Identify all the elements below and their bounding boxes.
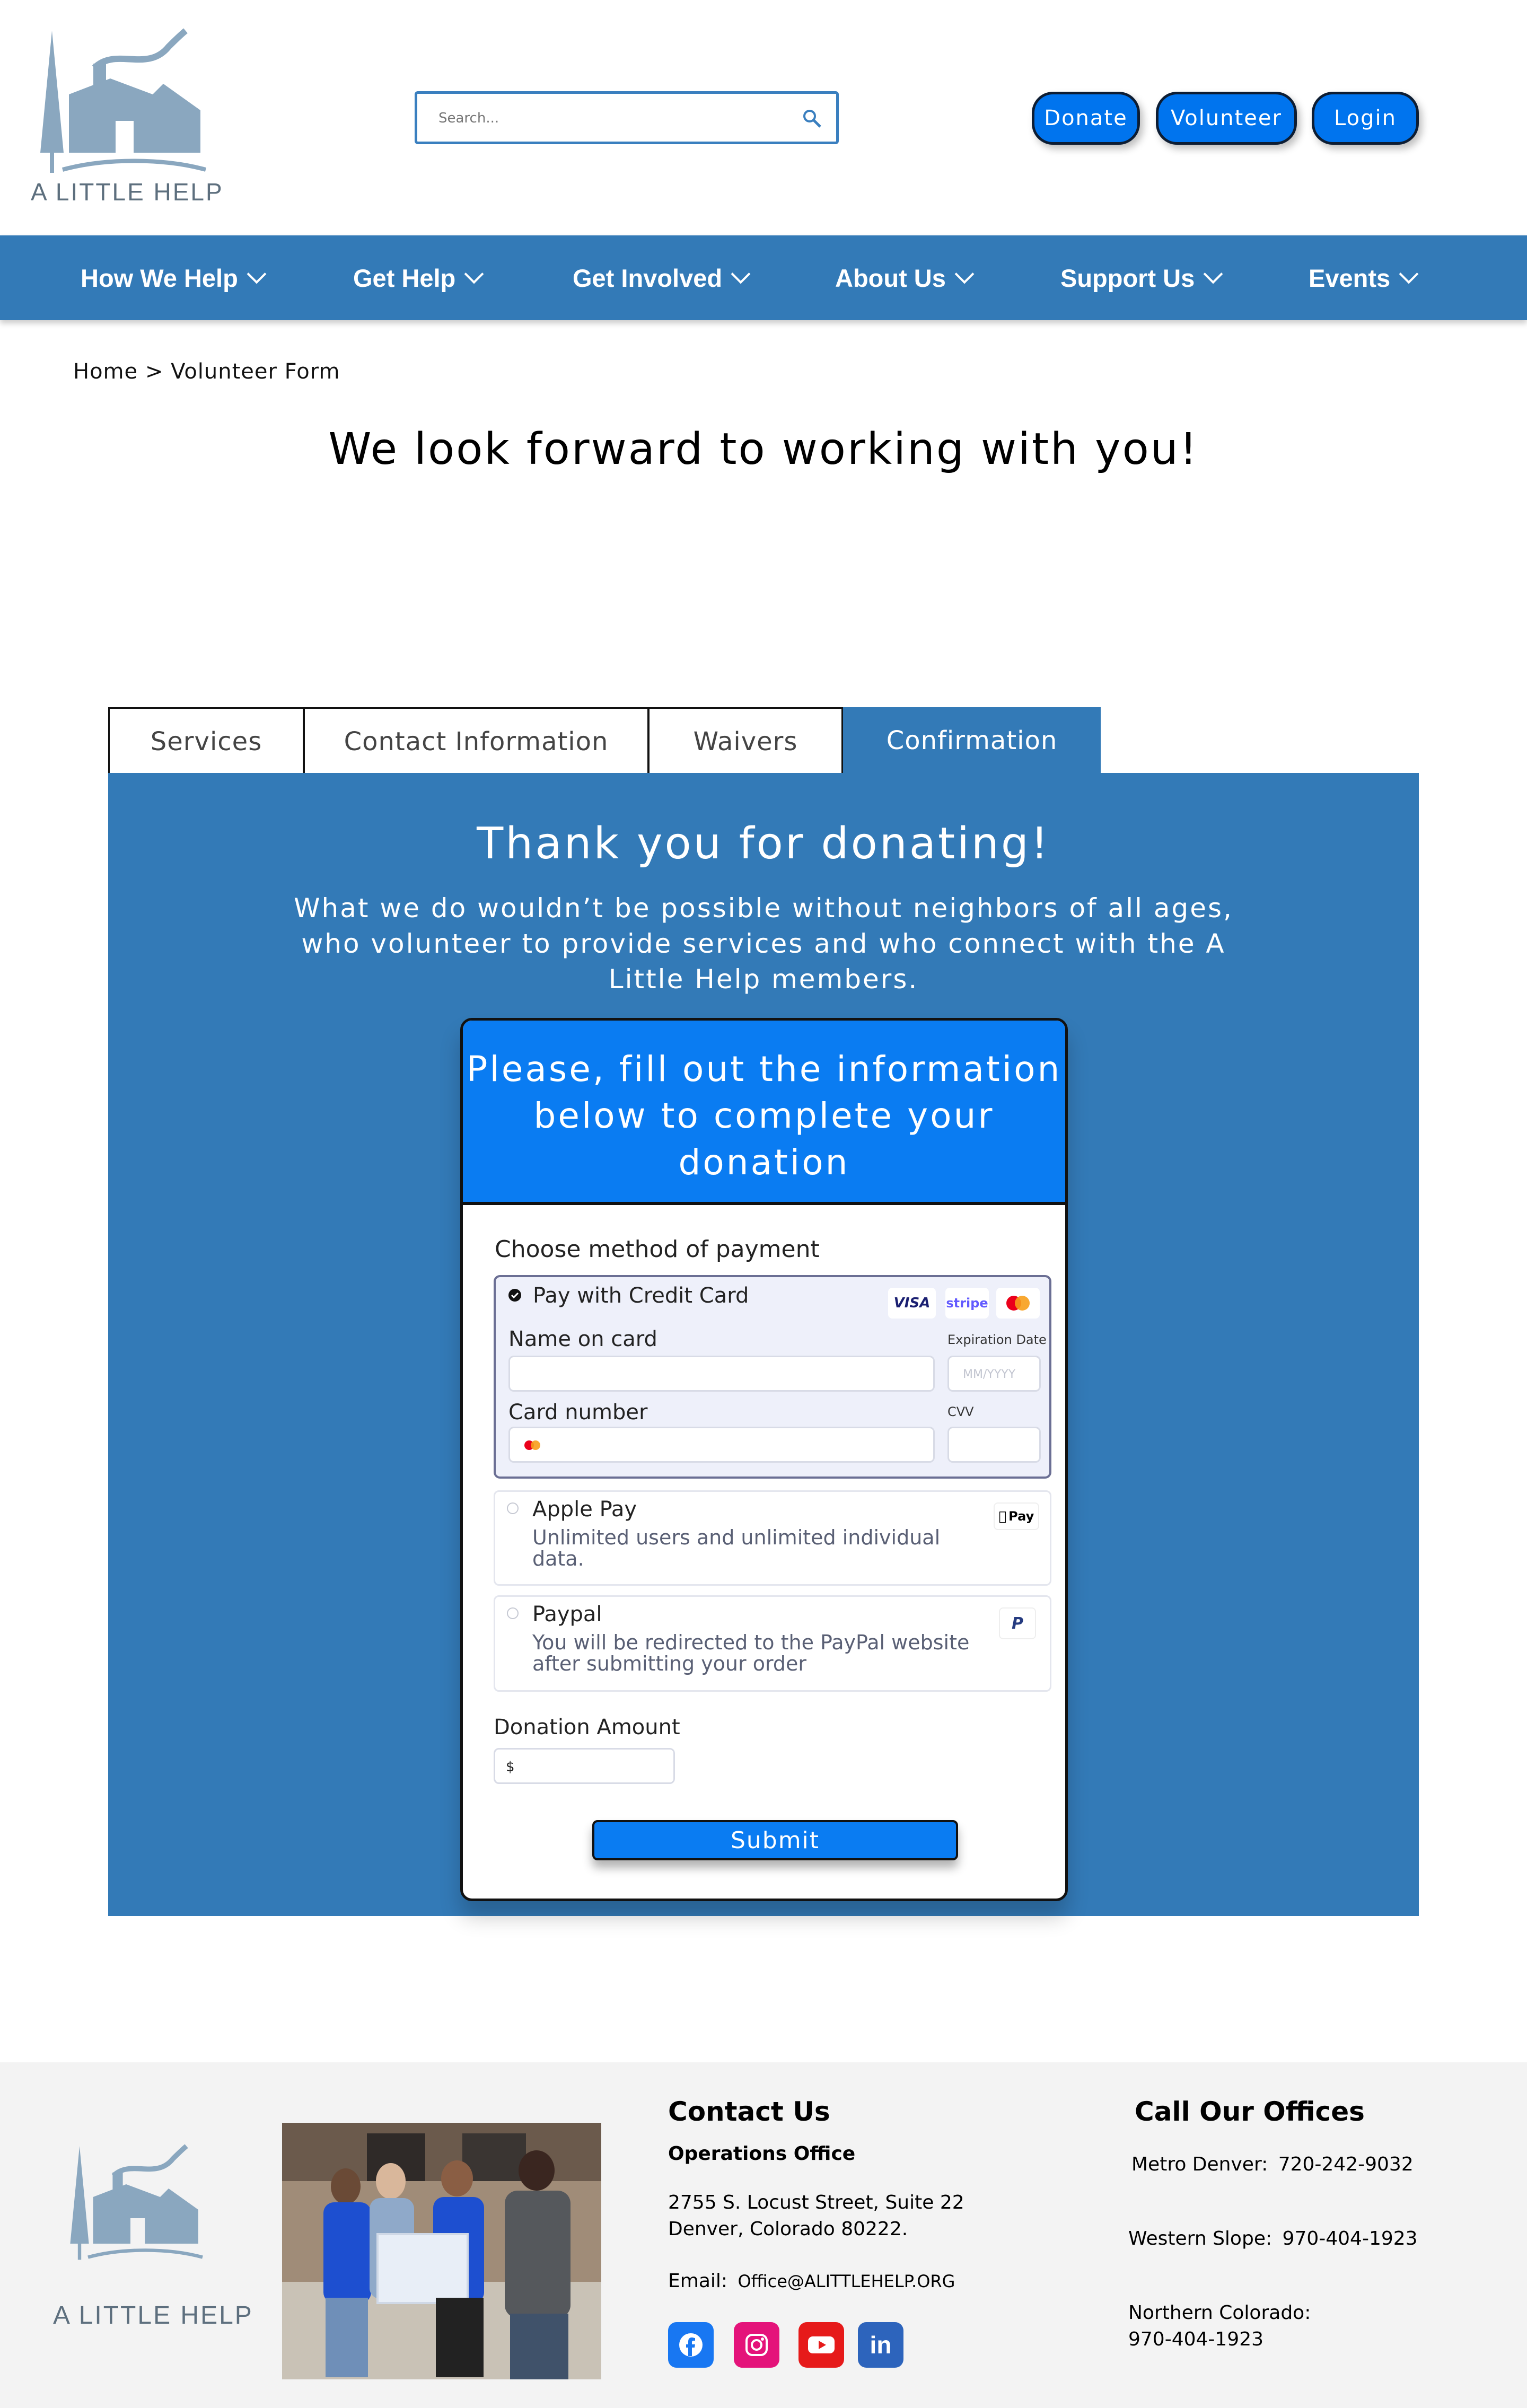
- logo-text: A LITTLE HELP: [31, 178, 224, 206]
- search-bar[interactable]: [415, 91, 839, 144]
- tab-services[interactable]: Services: [108, 707, 304, 774]
- office-phone[interactable]: 720-242-9032: [1278, 2154, 1414, 2175]
- mastercard-icon: [524, 1440, 540, 1450]
- cvv-label: CVV: [947, 1404, 974, 1419]
- mastercard-icon: [996, 1288, 1040, 1319]
- apple-pay-description: Unlimited users and unlimited individual…: [532, 1526, 941, 1570]
- name-on-card-label: Name on card: [508, 1327, 657, 1351]
- call-offices-heading: Call Our Offices: [1135, 2096, 1365, 2127]
- team-photo: [282, 2123, 601, 2379]
- logo-house-icon: [40, 28, 207, 173]
- name-on-card-input[interactable]: [508, 1356, 935, 1392]
- apple-pay-label: Apple Pay: [532, 1497, 637, 1522]
- payment-method-label: Choose method of payment: [495, 1236, 820, 1263]
- footer-logo-text: A LITTLE HELP: [53, 2301, 253, 2330]
- search-icon[interactable]: [801, 108, 822, 129]
- address-line2: Denver, Colorado 80222.: [668, 2218, 908, 2240]
- address-line1: 2755 S. Locust Street, Suite 22: [668, 2192, 964, 2213]
- radio-selected-icon[interactable]: [508, 1289, 521, 1302]
- chevron-down-icon: [1203, 264, 1223, 284]
- nav-item-events[interactable]: Events: [1309, 235, 1419, 320]
- donate-button[interactable]: Donate: [1032, 92, 1140, 145]
- nav-label: About Us: [835, 263, 946, 292]
- search-input[interactable]: [417, 94, 811, 143]
- donation-amount-label: Donation Amount: [494, 1715, 680, 1739]
- office-phone-metro-denver: Metro Denver: 720-242-9032: [1131, 2151, 1414, 2177]
- nav-item-how-we-help[interactable]: How We Help: [81, 235, 267, 320]
- breadcrumb[interactable]: Home > Volunteer Form: [73, 359, 340, 384]
- facebook-icon[interactable]: [668, 2322, 714, 2368]
- apple-pay-badge-text: Pay: [1004, 1509, 1034, 1524]
- nav-label: Events: [1309, 263, 1391, 292]
- paypal-icon: P: [999, 1607, 1036, 1639]
- radio-unselected-icon[interactable]: [507, 1502, 519, 1514]
- footer-logo[interactable]: [53, 2142, 233, 2269]
- youtube-icon[interactable]: [798, 2322, 844, 2368]
- expiration-date-label: Expiration Date: [947, 1332, 1047, 1347]
- submit-button[interactable]: Submit: [592, 1820, 958, 1860]
- paypal-label: Paypal: [532, 1602, 602, 1627]
- panel-text: What we do wouldn’t be possible without …: [294, 893, 1233, 995]
- visa-icon: VISA: [888, 1288, 936, 1319]
- nav-item-get-help[interactable]: Get Help: [353, 235, 484, 320]
- card-number-label: Card number: [508, 1400, 648, 1425]
- form-heading: Please, fill out the information below t…: [463, 1021, 1065, 1205]
- radio-unselected-icon[interactable]: [507, 1607, 519, 1619]
- email-label: Email:: [668, 2270, 728, 2292]
- tab-contact-information[interactable]: Contact Information: [303, 707, 649, 774]
- nav-label: Get Involved: [573, 263, 723, 292]
- logo-house-icon: [70, 2144, 203, 2260]
- office-label: Metro Denver:: [1131, 2154, 1268, 2175]
- office-phone-northern-colorado[interactable]: 970-404-1923: [1128, 2326, 1263, 2352]
- paypal-description: You will be redirected to the PayPal web…: [532, 1631, 970, 1675]
- tab-waivers[interactable]: Waivers: [648, 707, 843, 774]
- nav-item-get-involved[interactable]: Get Involved: [573, 235, 751, 320]
- nav-label: Support Us: [1060, 263, 1195, 292]
- chevron-down-icon: [731, 264, 751, 284]
- nav-item-support-us[interactable]: Support Us: [1060, 235, 1223, 320]
- chevron-down-icon: [247, 264, 267, 284]
- main-nav: How We Help Get Help Get Involved About …: [0, 235, 1527, 320]
- office-phone-western-slope: Western Slope: 970-404-1923: [1128, 2226, 1418, 2252]
- tab-confirmation[interactable]: Confirmation: [843, 707, 1101, 774]
- chevron-down-icon: [954, 264, 975, 284]
- apple-pay-icon: Pay: [994, 1502, 1039, 1530]
- cvv-input[interactable]: [947, 1427, 1041, 1463]
- contact-heading: Contact Us: [668, 2096, 830, 2127]
- page-title: We look forward to working with you!: [328, 424, 1199, 474]
- expiration-date-input[interactable]: MM/YYYY: [947, 1356, 1041, 1392]
- office-label: Western Slope:: [1128, 2228, 1272, 2249]
- email-row: Email: Office@ALITTLEHELP.ORG: [668, 2268, 955, 2295]
- email-link[interactable]: Office@ALITTLEHELP.ORG: [738, 2271, 955, 2291]
- panel-title: Thank you for donating!: [477, 819, 1050, 869]
- volunteer-button[interactable]: Volunteer: [1156, 92, 1297, 145]
- credit-card-label: Pay with Credit Card: [533, 1284, 749, 1308]
- office-label-northern-colorado: Northern Colorado:: [1128, 2302, 1311, 2324]
- office-phone[interactable]: 970-404-1923: [1283, 2228, 1418, 2249]
- instagram-icon[interactable]: [734, 2322, 779, 2368]
- apple-pay-option[interactable]: Apple Pay Unlimited users and unlimited …: [494, 1490, 1051, 1586]
- nav-item-about-us[interactable]: About Us: [835, 235, 975, 320]
- office-name: Operations Office: [668, 2143, 856, 2165]
- linkedin-icon[interactable]: in: [858, 2322, 903, 2368]
- paypal-option[interactable]: Paypal You will be redirected to the Pay…: [494, 1595, 1051, 1692]
- donation-amount-input[interactable]: $: [494, 1748, 675, 1784]
- donation-form: Please, fill out the information below t…: [460, 1018, 1068, 1901]
- nav-label: How We Help: [81, 263, 238, 292]
- card-number-input[interactable]: [508, 1427, 935, 1463]
- credit-card-option[interactable]: Pay with Credit Card VISA stripe Name on…: [494, 1275, 1051, 1479]
- nav-label: Get Help: [353, 263, 456, 292]
- chevron-down-icon: [1399, 264, 1419, 284]
- login-button[interactable]: Login: [1312, 92, 1419, 145]
- chevron-down-icon: [464, 264, 484, 284]
- stripe-icon: stripe: [945, 1288, 989, 1319]
